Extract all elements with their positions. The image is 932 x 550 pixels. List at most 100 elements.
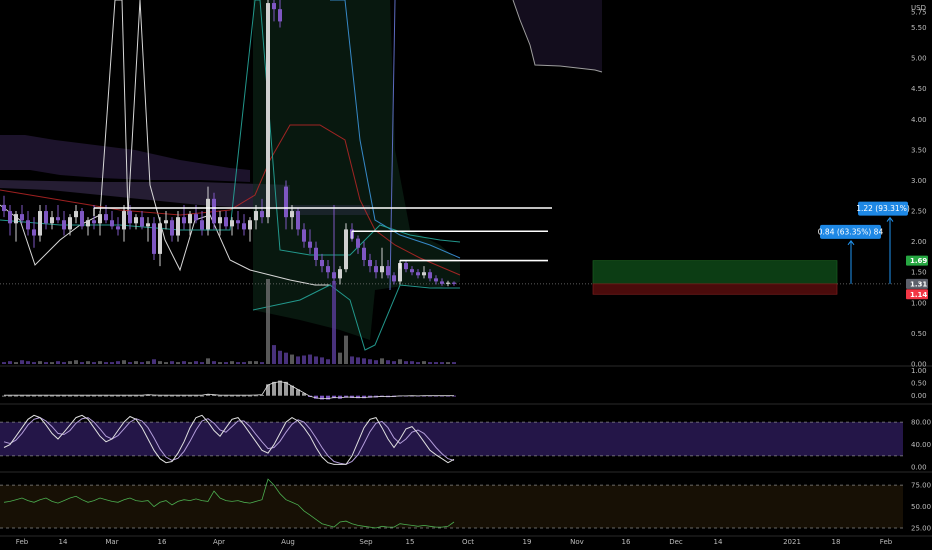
- candle-body: [44, 211, 48, 224]
- momentum-bar: [134, 395, 138, 397]
- candle-body: [260, 211, 264, 218]
- candle-body: [284, 186, 288, 218]
- volume-bar: [284, 352, 288, 364]
- candle-body: [62, 220, 66, 230]
- time-tick-label: Oct: [462, 538, 474, 546]
- time-tick-label: Apr: [213, 538, 225, 546]
- candle-body: [416, 272, 420, 276]
- volume-bar: [296, 356, 300, 364]
- position-stop-zone[interactable]: [592, 283, 838, 295]
- volume-bar: [86, 361, 90, 364]
- pane-tick-label: 40.00: [911, 441, 931, 449]
- position-target-zone[interactable]: [592, 260, 838, 285]
- momentum-bar: [254, 395, 258, 397]
- volume-bar: [14, 362, 18, 364]
- volume-bar: [368, 359, 372, 364]
- momentum-bar: [50, 395, 54, 397]
- candle-body: [290, 211, 294, 218]
- volume-bar: [248, 361, 252, 364]
- volume-bar: [68, 361, 72, 364]
- momentum-bar: [92, 395, 96, 397]
- candle-body: [356, 238, 360, 248]
- volume-bar: [2, 362, 6, 364]
- candle-body: [392, 275, 396, 282]
- candle-body: [8, 211, 12, 224]
- volume-bar: [146, 361, 150, 364]
- volume-bar: [176, 362, 180, 364]
- pane-tick-label: 50.00: [911, 503, 931, 511]
- volume-bar: [440, 362, 444, 364]
- momentum-bar: [104, 395, 108, 397]
- time-tick-label: Feb: [880, 538, 893, 546]
- candle-body: [56, 217, 60, 221]
- volume-bar: [278, 350, 282, 364]
- momentum-bar: [32, 395, 36, 397]
- candle-body: [266, 3, 270, 218]
- volume-bar: [170, 361, 174, 364]
- time-tick-label: Mar: [105, 538, 118, 546]
- time-tick-label: Nov: [570, 538, 584, 546]
- volume-bar: [218, 362, 222, 364]
- momentum-bar: [242, 395, 246, 397]
- volume-bar: [434, 362, 438, 364]
- candle-body: [338, 269, 342, 279]
- price-tag-label: 1.69: [910, 257, 927, 265]
- volume-bar: [410, 361, 414, 364]
- volume-bar: [314, 356, 318, 364]
- candle-body: [404, 263, 408, 270]
- price-tick-label: 3.00: [911, 177, 927, 185]
- volume-bar: [320, 357, 324, 364]
- volume-bar: [416, 362, 420, 364]
- price-tick-label: 2.50: [911, 208, 927, 216]
- momentum-bar: [194, 395, 198, 397]
- time-tick-label: 19: [523, 538, 532, 546]
- price-tick-label: 1.50: [911, 269, 927, 277]
- price-tick-label: 5.50: [911, 24, 927, 32]
- candle-body: [446, 282, 450, 284]
- momentum-bar: [110, 395, 114, 397]
- momentum-bar: [182, 395, 186, 397]
- volume-bar: [206, 358, 210, 364]
- candle-body: [278, 9, 282, 22]
- pane-tick-label: 80.00: [911, 419, 931, 427]
- position-tool[interactable]: [592, 260, 838, 295]
- candle-body: [218, 217, 222, 224]
- candle-body: [440, 281, 444, 284]
- time-tick-label: Aug: [281, 538, 295, 546]
- volume-bar: [44, 362, 48, 364]
- volume-bar: [50, 362, 54, 364]
- price-tick-label: 3.50: [911, 146, 927, 154]
- candle-body: [206, 198, 210, 230]
- volume-bar: [242, 362, 246, 364]
- momentum-bar: [158, 395, 162, 397]
- candle-body: [308, 241, 312, 248]
- time-tick-label: Sep: [359, 538, 373, 546]
- candle-body: [194, 214, 198, 221]
- candle-body: [362, 247, 366, 260]
- candle-body: [422, 272, 426, 276]
- volume-bar: [326, 359, 330, 364]
- volume-bar: [350, 356, 354, 364]
- price-tick-label: 5.00: [911, 55, 927, 63]
- time-tick-label: 15: [406, 538, 415, 546]
- momentum-bar: [14, 395, 18, 397]
- volume-bar: [128, 362, 132, 364]
- candle-body: [122, 211, 126, 230]
- volume-bar: [92, 362, 96, 364]
- trading-chart[interactable]: 0.84 (63.35%) 841.22 (93.31%) 5.755.505.…: [0, 0, 932, 550]
- candle-body: [326, 266, 330, 273]
- candle-body: [428, 272, 432, 279]
- volume-bar: [134, 361, 138, 364]
- candle-body: [26, 220, 30, 230]
- momentum-bar: [98, 395, 102, 397]
- candle-body: [254, 211, 258, 221]
- volume-bar: [260, 362, 264, 364]
- pane-tick-label: 0.00: [911, 392, 927, 400]
- currency-label: USD: [911, 4, 926, 12]
- volume-bar: [452, 362, 456, 364]
- price-tag-label: 1.14: [910, 291, 927, 299]
- candle-body: [248, 220, 252, 230]
- momentum-bar: [224, 395, 228, 397]
- volume-bar: [164, 362, 168, 364]
- price-tick-label: 1.00: [911, 299, 927, 307]
